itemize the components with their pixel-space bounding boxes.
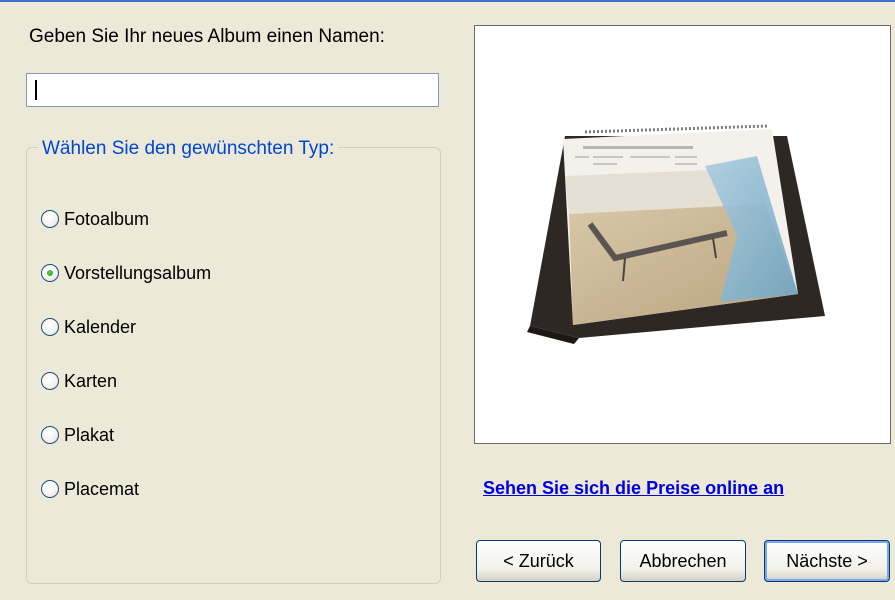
radio-button[interactable] [41, 318, 59, 336]
radio-button[interactable] [41, 480, 59, 498]
album-type-legend: Wählen Sie den gewünschten Typ: [38, 139, 339, 159]
album-name-label: Geben Sie Ihr neues Album einen Namen: [29, 26, 385, 47]
radio-label: Kalender [64, 316, 137, 337]
radio-label: Plakat [64, 424, 115, 445]
radio-label: Placemat [64, 478, 140, 499]
radio-option-fotoalbum[interactable]: Fotoalbum [41, 206, 149, 232]
album-type-group: Wählen Sie den gewünschten Typ: Fotoalbu… [26, 139, 441, 584]
window-top-edge [0, 0, 895, 2]
radio-label: Karten [64, 370, 118, 391]
radio-button-selected[interactable] [41, 264, 59, 282]
radio-option-kalender[interactable]: Kalender [41, 314, 136, 340]
radio-option-plakat[interactable]: Plakat [41, 422, 114, 448]
view-prices-online-link[interactable]: Sehen Sie sich die Preise online an [483, 478, 784, 499]
radio-option-placemat[interactable]: Placemat [41, 476, 139, 502]
cancel-button[interactable]: Abbrechen [620, 540, 746, 582]
next-button[interactable]: Nächste > [764, 540, 890, 582]
radio-button[interactable] [41, 372, 59, 390]
text-caret [35, 80, 37, 100]
back-button[interactable]: < Zurück [476, 540, 601, 582]
radio-label: Fotoalbum [64, 208, 150, 229]
radio-option-karten[interactable]: Karten [41, 368, 117, 394]
radio-button[interactable] [41, 210, 59, 228]
album-preview-panel [474, 25, 891, 444]
radio-option-vorstellungsalbum[interactable]: Vorstellungsalbum [41, 260, 211, 286]
radio-button[interactable] [41, 426, 59, 444]
desk-calendar-preview-image [527, 124, 825, 344]
radio-label: Vorstellungsalbum [64, 262, 212, 283]
album-name-input[interactable] [26, 73, 439, 107]
